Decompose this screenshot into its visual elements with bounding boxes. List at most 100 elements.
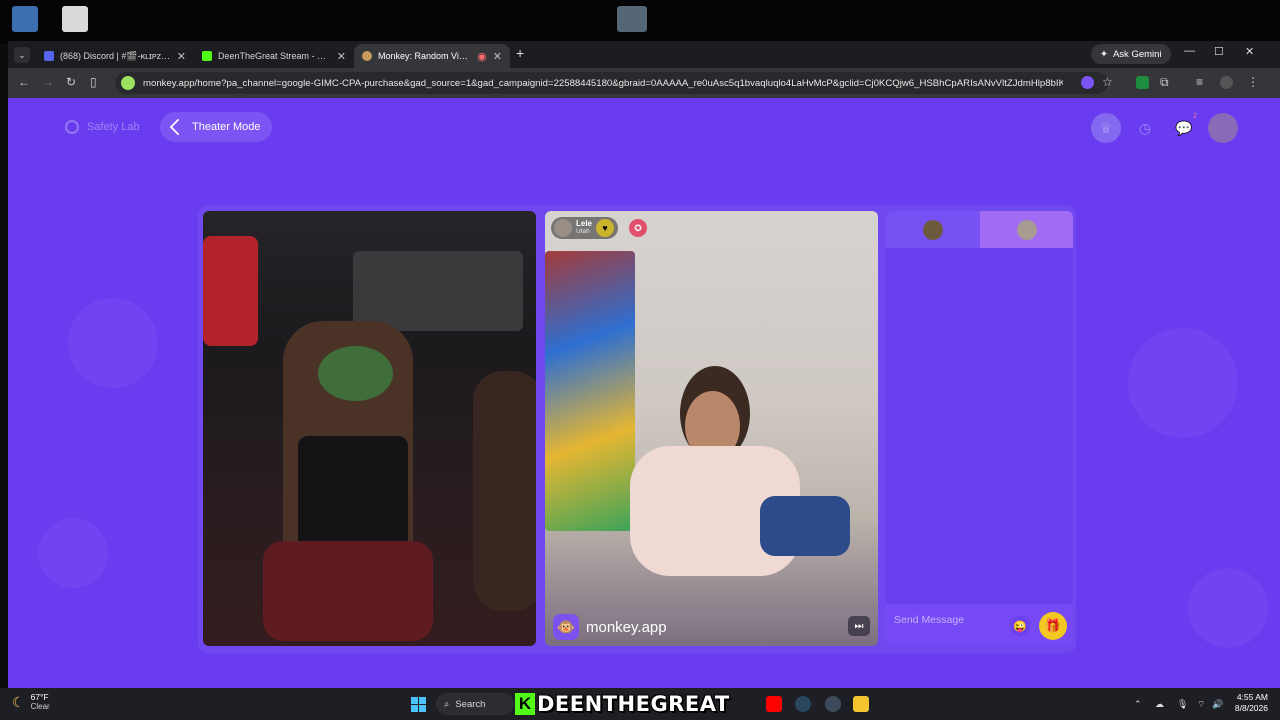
forward-icon[interactable]: → [42, 75, 54, 89]
video-content [353, 251, 523, 331]
skip-next-button[interactable]: ⏭ [848, 616, 870, 636]
tab-discord[interactable]: (868) Discord | #🎬-ᴋʟɪᴘᴢ | Ꮥρ ✕ [36, 44, 194, 68]
tab-title: (868) Discord | #🎬-ᴋʟɪᴘᴢ | Ꮥρ [60, 50, 171, 61]
taskbar-search[interactable]: ⌕ Search [436, 693, 514, 715]
tray-chevron-icon[interactable]: ⌃ [1134, 699, 1142, 710]
close-tab-icon[interactable]: ✕ [177, 50, 186, 63]
crown-icon[interactable]: ♛ [1091, 113, 1121, 143]
browser-toolbar: ← → ↻ ▯ monkey.app/home?pa_channel=googl… [8, 68, 1280, 98]
chat-panel: Send Message 😜 🎁 [886, 211, 1073, 646]
send-message-input[interactable]: Send Message [894, 614, 964, 626]
close-tab-icon[interactable]: ✕ [337, 50, 346, 63]
extensions-puzzle-icon[interactable]: ⧉ [1160, 75, 1169, 90]
chat-tab-peer[interactable] [980, 211, 1073, 248]
messages-icon[interactable]: 💬 2 [1169, 113, 1199, 143]
tab-kick-stream[interactable]: DeenTheGreat Stream - Watch ✕ [194, 44, 354, 68]
weather-widget[interactable]: ☾ 67°F Clear [12, 692, 50, 712]
video-content [203, 236, 258, 346]
chat-input-bar: Send Message 😜 🎁 [886, 604, 1073, 646]
history-icon[interactable]: ◷ [1130, 113, 1160, 143]
app-icon[interactable] [825, 696, 841, 712]
moon-icon: ☾ [12, 693, 25, 710]
search-label: Search [455, 698, 486, 710]
chat-tab-self[interactable] [886, 211, 980, 248]
side-panel-icon[interactable]: ▯ [90, 75, 97, 89]
kick-logo-icon: K [515, 693, 535, 715]
close-tab-icon[interactable]: ✕ [493, 50, 502, 63]
tab-search-icon[interactable]: ⌄ [14, 47, 30, 63]
self-avatar [923, 219, 943, 240]
video-content [318, 346, 393, 401]
gemini-icon: ✦ [1100, 48, 1108, 60]
onedrive-icon[interactable]: ☁ [1155, 699, 1164, 710]
close-window-icon[interactable]: ✕ [1245, 45, 1254, 58]
notification-badge: 2 [1193, 113, 1197, 120]
taskbar: ☾ 67°F Clear ⌕ Search K DEENTHEGREAT ⌃ ☁… [0, 688, 1280, 720]
weather-condition: Clear [30, 702, 50, 711]
windows-start-icon[interactable] [411, 697, 426, 712]
safety-lab-label: Safety Lab [87, 121, 140, 133]
discord-icon [44, 51, 54, 61]
extension-icon[interactable] [1081, 76, 1094, 89]
theater-mode-button[interactable]: Theater Mode [160, 112, 273, 142]
extension-badge-icon[interactable] [1136, 76, 1149, 89]
site-info-icon[interactable] [121, 76, 135, 90]
peer-name: Lele [576, 219, 593, 228]
kick-icon [202, 51, 212, 61]
safety-lab-button[interactable]: Safety Lab [53, 112, 152, 142]
heart-badge-icon: ♥ [596, 219, 615, 237]
tab-monkey[interactable]: Monkey: Random Video Ch ◉ ✕ [354, 44, 510, 68]
microphone-icon[interactable]: 🎙 [1177, 699, 1188, 710]
video-content [263, 541, 433, 641]
clock-date: 8/8/2026 [1234, 703, 1268, 713]
clock-time: 4:55 AM [1236, 692, 1268, 702]
peer-avatar [554, 219, 572, 237]
gift-icon[interactable]: 🎁 [1039, 612, 1067, 640]
back-icon[interactable]: ← [18, 75, 30, 89]
desktop-image-icon[interactable] [617, 6, 647, 32]
desktop-background [0, 0, 1280, 44]
video-content [473, 371, 536, 611]
wifi-icon[interactable]: ⌔ [1197, 699, 1205, 710]
bookmark-star-icon[interactable]: ☆ [1102, 75, 1113, 89]
peer-location: Utah [576, 228, 590, 235]
profile-avatar-icon[interactable] [1220, 76, 1233, 89]
theater-mode-label: Theater Mode [192, 121, 261, 133]
monkey-watermark: 🐵 monkey.app [553, 614, 667, 640]
browser-window: ⌄ (868) Discord | #🎬-ᴋʟɪᴘᴢ | Ꮥρ ✕ DeenTh… [8, 41, 1280, 688]
tab-bar: ⌄ (868) Discord | #🎬-ᴋʟɪᴘᴢ | Ꮥρ ✕ DeenTh… [8, 41, 1280, 68]
desktop-app-icon[interactable] [62, 6, 88, 32]
emoji-icon[interactable]: 😜 [1010, 616, 1030, 636]
monkey-icon [362, 51, 372, 61]
expand-icon [169, 118, 187, 136]
background-bubble [38, 518, 108, 588]
address-bar[interactable]: monkey.app/home?pa_channel=google-GIMC-C… [115, 72, 1108, 94]
brand-text: monkey.app [586, 618, 667, 636]
ask-gemini-label: Ask Gemini [1112, 48, 1162, 60]
reload-icon[interactable]: ↻ [66, 75, 76, 89]
new-tab-icon[interactable]: + [516, 45, 524, 61]
steam-icon[interactable] [795, 696, 811, 712]
file-explorer-icon[interactable] [853, 696, 869, 712]
reading-list-icon[interactable]: ≡ [1196, 75, 1203, 89]
peer-chat-avatar [1017, 219, 1037, 240]
video-content [760, 496, 850, 556]
minimize-icon[interactable]: — [1184, 45, 1195, 57]
monkey-logo-icon: 🐵 [553, 614, 579, 640]
search-icon: ⌕ [444, 698, 450, 710]
monkey-page: Safety Lab Theater Mode ♛ ◷ 💬 2 Lele Uta… [8, 98, 1280, 688]
video-content [545, 251, 635, 531]
background-bubble [68, 298, 158, 388]
system-clock[interactable]: 4:55 AM 8/8/2026 [1230, 692, 1268, 714]
recycle-bin-icon[interactable] [12, 6, 38, 32]
recording-icon: ◉ [477, 50, 487, 63]
monkey-badge-icon: ✪ [629, 219, 647, 237]
background-bubble [1128, 328, 1238, 438]
maximize-icon[interactable]: ☐ [1214, 45, 1224, 58]
peer-info-tag[interactable]: Lele Utah ♥ [551, 217, 619, 239]
menu-dots-icon[interactable]: ⋮ [1247, 75, 1259, 89]
user-avatar[interactable] [1208, 113, 1238, 143]
youtube-icon[interactable] [766, 696, 782, 712]
ask-gemini-button[interactable]: ✦ Ask Gemini [1091, 44, 1171, 64]
volume-icon[interactable]: 🔊 [1212, 699, 1223, 710]
